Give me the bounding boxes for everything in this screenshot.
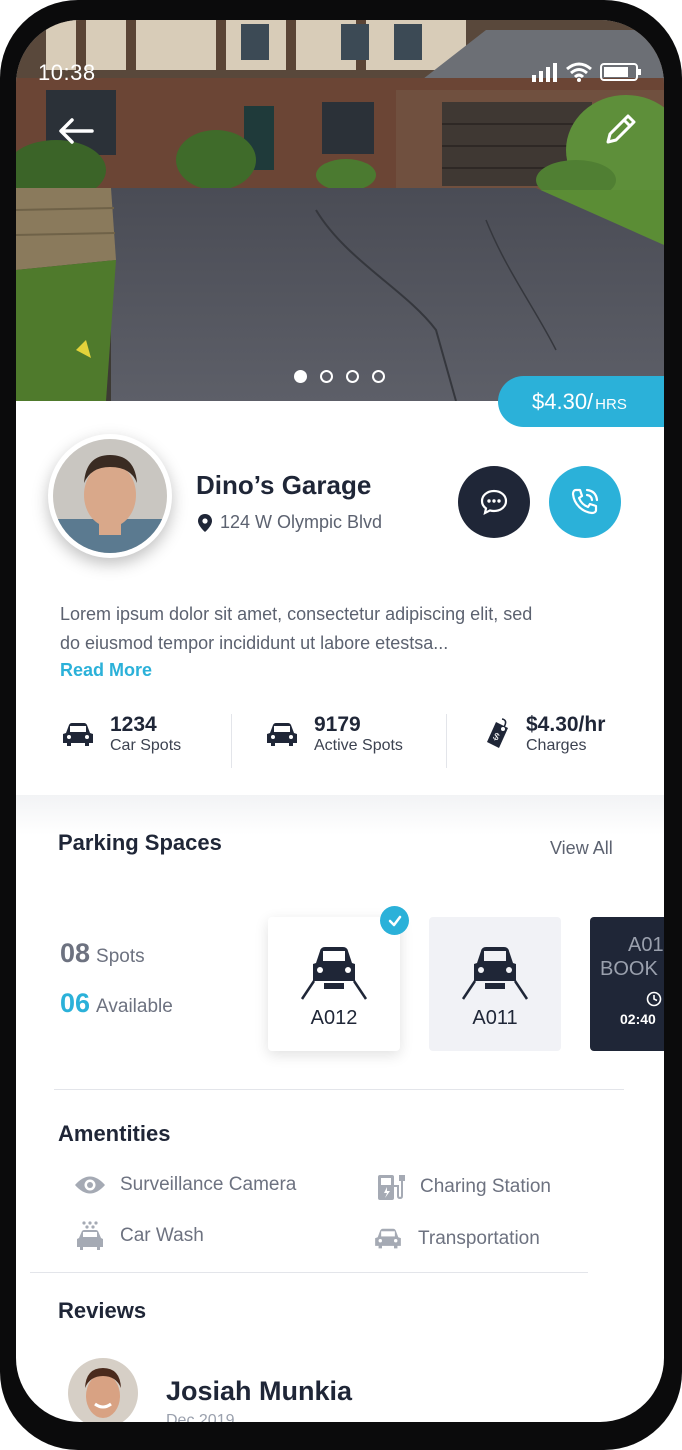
stat-value: 9179	[314, 713, 361, 736]
amenity-charging-station: Charing Station	[376, 1172, 551, 1202]
garage-photo-carousel[interactable]: 10:38	[16, 20, 664, 401]
stat-label: Active Spots	[314, 737, 403, 754]
location-pin-icon	[198, 513, 212, 532]
price-amount: $4.30/	[532, 388, 594, 414]
price-badge: $4.30/ HRS	[498, 376, 664, 427]
review-date: Dec 2019	[166, 1412, 235, 1422]
edit-pencil-icon[interactable]	[602, 110, 640, 148]
spots-count: 08	[60, 938, 91, 968]
spots-summary: 08 Spots 06 Available	[60, 938, 173, 1038]
call-button[interactable]	[549, 466, 621, 538]
stat-value: 1234	[110, 713, 157, 736]
car-icon	[267, 723, 297, 746]
stat-charges: $ $4.30/hr Charges	[482, 714, 605, 756]
charging-station-icon	[378, 1175, 405, 1200]
amenities-title: Amentities	[58, 1121, 171, 1146]
reviewer-name: Josiah Munkia	[166, 1376, 353, 1406]
owner-avatar[interactable]	[48, 434, 172, 558]
divider	[30, 1272, 588, 1273]
car-icon	[63, 723, 93, 746]
carousel-dot[interactable]	[294, 370, 307, 383]
booked-time: 02:40	[620, 1011, 656, 1027]
garage-description: Lorem ipsum dolor sit amet, consectetur …	[60, 600, 630, 658]
price-tag-icon: $	[487, 718, 508, 748]
reviewer-avatar[interactable]	[68, 1358, 138, 1422]
stat-value: $4.30/hr	[526, 713, 606, 736]
booked-status: BOOK	[600, 958, 658, 980]
parking-spot-card-a012[interactable]: A012	[268, 917, 400, 1051]
parking-spot-card-a011[interactable]: A011	[429, 917, 561, 1051]
garage-address: 124 W Olympic Blvd	[198, 512, 382, 533]
clock-icon	[646, 991, 662, 1007]
carousel-dot[interactable]	[372, 370, 385, 383]
amenity-label: Charing Station	[420, 1176, 551, 1197]
reviews-title: Reviews	[58, 1298, 147, 1323]
reviewer-photo	[68, 1358, 138, 1422]
status-time: 10:38	[38, 60, 96, 85]
divider	[54, 1089, 624, 1090]
description-line: Lorem ipsum dolor sit amet, consectetur …	[60, 604, 533, 624]
selected-check-icon	[380, 906, 409, 935]
carousel-dot[interactable]	[320, 370, 333, 383]
carousel-dot[interactable]	[346, 370, 359, 383]
section-separator	[16, 795, 664, 835]
amenity-car-wash: Car Wash	[74, 1220, 204, 1252]
amenity-surveillance: Surveillance Camera	[74, 1174, 296, 1196]
battery-icon	[600, 63, 641, 81]
spot-code: A012	[310, 1007, 358, 1029]
chat-bubble-icon	[480, 489, 508, 516]
garage-stats: 1234 Car Spots 9179 Active Spots $ $4.30…	[16, 714, 664, 772]
amenity-label: Car Wash	[120, 1225, 204, 1246]
amenity-label: Surveillance Camera	[120, 1174, 297, 1195]
view-all-link[interactable]: View All	[550, 838, 613, 859]
stat-car-spots: 1234 Car Spots	[60, 714, 181, 756]
app-screen: 10:38 $4.30/ HRS Dino’s Garage 124 W Oly…	[16, 20, 664, 1422]
spot-code: A011	[472, 1007, 518, 1029]
parked-car-icon	[461, 947, 529, 1000]
stat-label: Car Spots	[110, 737, 182, 754]
stat-divider	[231, 714, 232, 768]
available-label: Available	[96, 996, 173, 1017]
available-count: 06	[60, 988, 91, 1018]
car-icon	[375, 1228, 401, 1249]
owner-photo	[53, 439, 167, 553]
amenity-label: Transportation	[418, 1228, 540, 1249]
stat-active-spots: 9179 Active Spots	[264, 714, 403, 756]
spot-code: A01	[628, 934, 664, 956]
car-wash-icon	[77, 1221, 103, 1250]
parking-spaces-title: Parking Spaces	[58, 830, 222, 855]
amenity-transportation: Transportation	[372, 1227, 540, 1251]
read-more-link[interactable]: Read More	[60, 660, 152, 681]
parked-car-icon	[300, 947, 368, 1000]
eye-icon	[75, 1176, 105, 1194]
address-text: 124 W Olympic Blvd	[220, 512, 383, 532]
phone-call-icon	[571, 488, 599, 515]
stat-divider	[446, 714, 447, 768]
carousel-dots	[294, 370, 385, 383]
price-unit: HRS	[595, 396, 627, 413]
description-line: do eiusmod tempor incididunt ut labore e…	[60, 633, 449, 653]
back-arrow-icon[interactable]	[56, 116, 96, 146]
parking-spot-card-booked[interactable]: A01 BOOK 02:40	[590, 917, 664, 1051]
chat-button[interactable]	[458, 466, 530, 538]
status-bar: 10:38	[16, 20, 664, 85]
wifi-icon	[566, 62, 592, 82]
garage-name: Dino’s Garage	[196, 470, 372, 500]
stat-label: Charges	[526, 737, 587, 754]
signal-icon	[532, 63, 557, 82]
spots-label: Spots	[96, 946, 145, 967]
